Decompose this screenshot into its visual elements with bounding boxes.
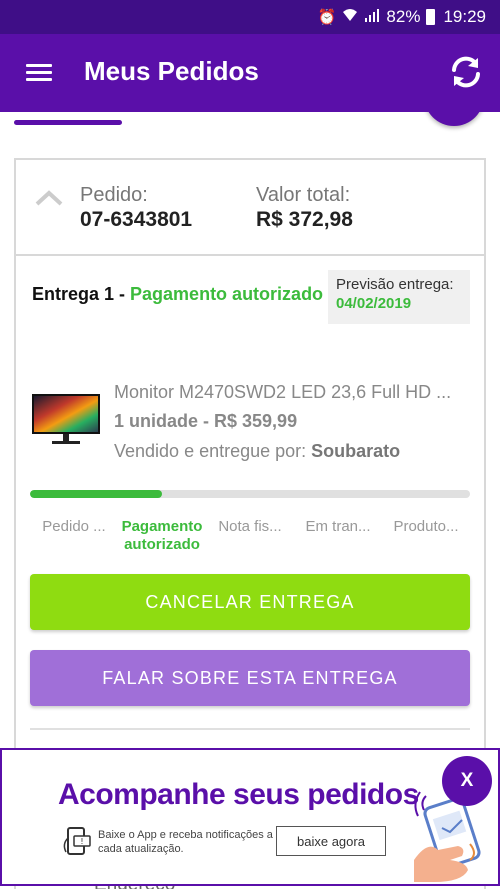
product-image[interactable] — [30, 392, 102, 448]
step-invoice: Nota fis... — [218, 518, 282, 535]
signal-icon — [364, 8, 380, 26]
order-label: Pedido: — [80, 184, 148, 206]
product-name[interactable]: Monitor M2470SWD2 LED 23,6 Full HD ... — [114, 382, 470, 403]
delivery-forecast: Previsão entrega: 04/02/2019 — [328, 270, 470, 324]
wifi-icon — [342, 8, 358, 26]
delivery-status: Pagamento autorizado — [130, 284, 324, 304]
app-promo-banner[interactable]: Acompanhe seus pedidos ! Baixe o App e r… — [0, 748, 500, 886]
close-banner-button[interactable]: X — [442, 756, 492, 806]
delivery-label: Entrega 1 - — [32, 284, 131, 304]
phone-notification-icon: ! — [60, 824, 94, 858]
status-bar: ⏰ 82% 19:29 — [0, 0, 500, 34]
seller-prefix: Vendido e entregue por: — [114, 441, 312, 461]
order-number: 07-6343801 — [80, 208, 193, 231]
seller-name: Soubarato — [311, 441, 401, 461]
total-label: Valor total: — [256, 184, 351, 206]
step-delivered: Produto... — [393, 518, 459, 535]
page-title: Meus Pedidos — [84, 56, 259, 86]
battery-icon — [426, 9, 436, 25]
forecast-date: 04/02/2019 — [336, 295, 412, 312]
delivery-steps: Pedido ... Pagamento autorizado Nota fis… — [30, 518, 472, 554]
delivery-progress-bar — [30, 490, 470, 498]
chevron-up-icon[interactable] — [34, 188, 64, 208]
total-value: R$ 372,98 — [256, 208, 353, 231]
battery-percent: 82% — [386, 7, 421, 26]
banner-title: Acompanhe seus pedidos — [58, 778, 419, 811]
svg-text:!: ! — [80, 837, 83, 846]
menu-icon[interactable] — [26, 64, 52, 82]
refresh-icon[interactable] — [446, 52, 486, 92]
order-header[interactable]: Pedido: 07-6343801 Valor total: R$ 372,9… — [16, 160, 484, 256]
delivery-progress-fill — [30, 490, 162, 498]
step-order: Pedido ... — [42, 518, 106, 535]
delivery-title: Entrega 1 - Pagamento autorizado — [32, 284, 323, 305]
step-payment-authorized: Pagamento autorizado — [121, 518, 203, 553]
step-in-transit: Em tran... — [305, 518, 371, 535]
app-bar: Meus Pedidos — [0, 34, 500, 112]
alarm-icon: ⏰ — [317, 9, 337, 26]
download-now-button[interactable]: baixe agora — [276, 826, 386, 856]
divider — [30, 728, 470, 730]
product-quantity-price: 1 unidade - R$ 359,99 — [114, 411, 298, 431]
banner-text: Baixe o App e receba notificações a cada… — [98, 829, 273, 855]
cancel-delivery-button[interactable]: CANCELAR ENTREGA — [30, 574, 470, 630]
talk-about-delivery-button[interactable]: FALAR SOBRE ESTA ENTREGA — [30, 650, 470, 706]
product-seller: Vendido e entregue por: Soubarato — [114, 441, 400, 462]
tab-indicator — [14, 120, 122, 125]
forecast-label: Previsão entrega: — [336, 276, 454, 293]
clock: 19:29 — [443, 7, 486, 26]
